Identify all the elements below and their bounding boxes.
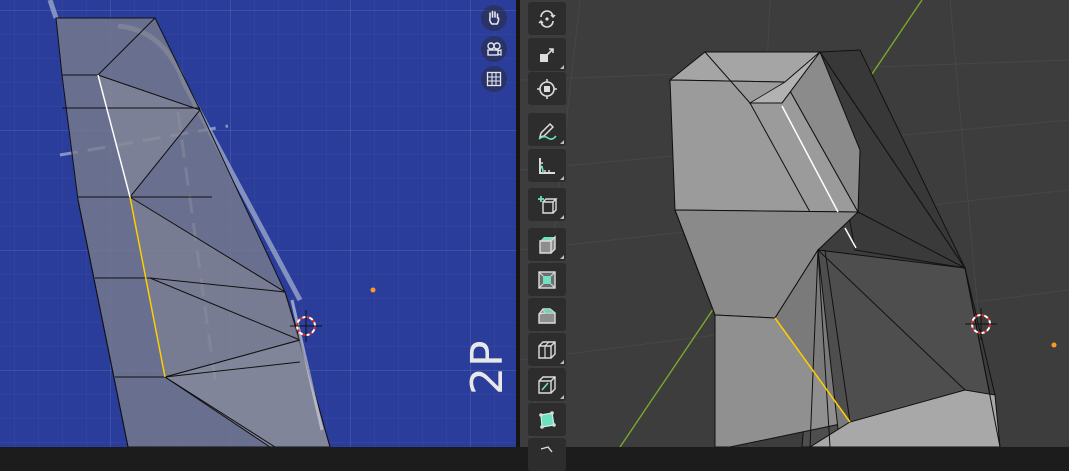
annotate-tool-icon[interactable] bbox=[528, 113, 566, 146]
right-3d-viewport[interactable] bbox=[520, 0, 1069, 447]
object-origin bbox=[1051, 342, 1057, 348]
transform-tool-icon[interactable] bbox=[528, 72, 566, 105]
loop-cut-tool-icon[interactable] bbox=[528, 333, 566, 366]
poly-build-tool-icon[interactable] bbox=[528, 403, 566, 436]
knife-tool-icon[interactable] bbox=[528, 368, 566, 401]
inset-faces-tool-icon[interactable] bbox=[528, 263, 566, 296]
object-origin bbox=[370, 287, 376, 293]
grid-toggle-icon[interactable] bbox=[481, 66, 507, 92]
left-3d-viewport[interactable]: 2P bbox=[0, 0, 516, 447]
tool-shelf bbox=[528, 0, 566, 471]
spin-tool-icon[interactable] bbox=[528, 438, 566, 471]
right-mesh-view bbox=[520, 0, 1069, 447]
bevel-tool-icon[interactable] bbox=[528, 298, 566, 331]
scale-tool-icon[interactable] bbox=[528, 38, 566, 71]
extrude-region-tool-icon[interactable] bbox=[528, 228, 566, 261]
add-cube-tool-icon[interactable] bbox=[528, 188, 566, 221]
camera-view-icon[interactable] bbox=[481, 36, 507, 62]
rotate-tool-icon[interactable] bbox=[528, 2, 566, 35]
measure-tool-icon[interactable] bbox=[528, 149, 566, 182]
view-label: 2P bbox=[462, 340, 513, 395]
hand-pan-icon[interactable] bbox=[481, 5, 507, 31]
left-mesh-view bbox=[47, 0, 376, 447]
